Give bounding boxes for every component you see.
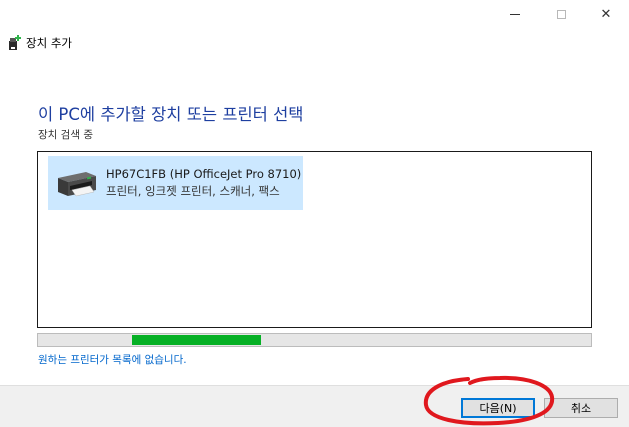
- add-printer-icon: [9, 35, 21, 50]
- device-list[interactable]: HP67C1FB (HP OfficeJet Pro 8710) 프린터, 잉크…: [37, 151, 592, 328]
- minimize-icon: [510, 13, 520, 15]
- maximize-icon: [556, 9, 566, 19]
- device-category: 프린터, 잉크젯 프린터, 스캐너, 팩스: [106, 184, 280, 198]
- dialog-footer: 다음(N) 취소: [0, 385, 629, 427]
- printer-not-listed-link[interactable]: 원하는 프린터가 목록에 없습니다.: [38, 352, 187, 367]
- add-device-window: ✕ 장치 추가 이 PC에 추가할 장치 또는 프린터 선택 장치 검색 중 H…: [0, 0, 629, 427]
- cancel-button[interactable]: 취소: [544, 398, 618, 418]
- close-button[interactable]: ✕: [583, 0, 629, 28]
- next-button[interactable]: 다음(N): [461, 398, 535, 418]
- minimize-button[interactable]: [492, 0, 538, 28]
- search-progress-bar: [37, 333, 592, 347]
- page-title: 이 PC에 추가할 장치 또는 프린터 선택: [38, 105, 304, 124]
- progress-fill: [132, 335, 261, 345]
- search-status: 장치 검색 중: [38, 129, 93, 141]
- device-item-hp67c1fb[interactable]: HP67C1FB (HP OfficeJet Pro 8710) 프린터, 잉크…: [48, 156, 303, 210]
- window-title-row: 장치 추가: [8, 34, 72, 52]
- device-name: HP67C1FB (HP OfficeJet Pro 8710): [106, 167, 302, 181]
- maximize-button[interactable]: [538, 0, 584, 28]
- window-title: 장치 추가: [26, 36, 72, 50]
- device-text: HP67C1FB (HP OfficeJet Pro 8710) 프린터, 잉크…: [106, 167, 301, 199]
- printer-icon: [58, 172, 96, 197]
- close-icon: ✕: [600, 6, 612, 22]
